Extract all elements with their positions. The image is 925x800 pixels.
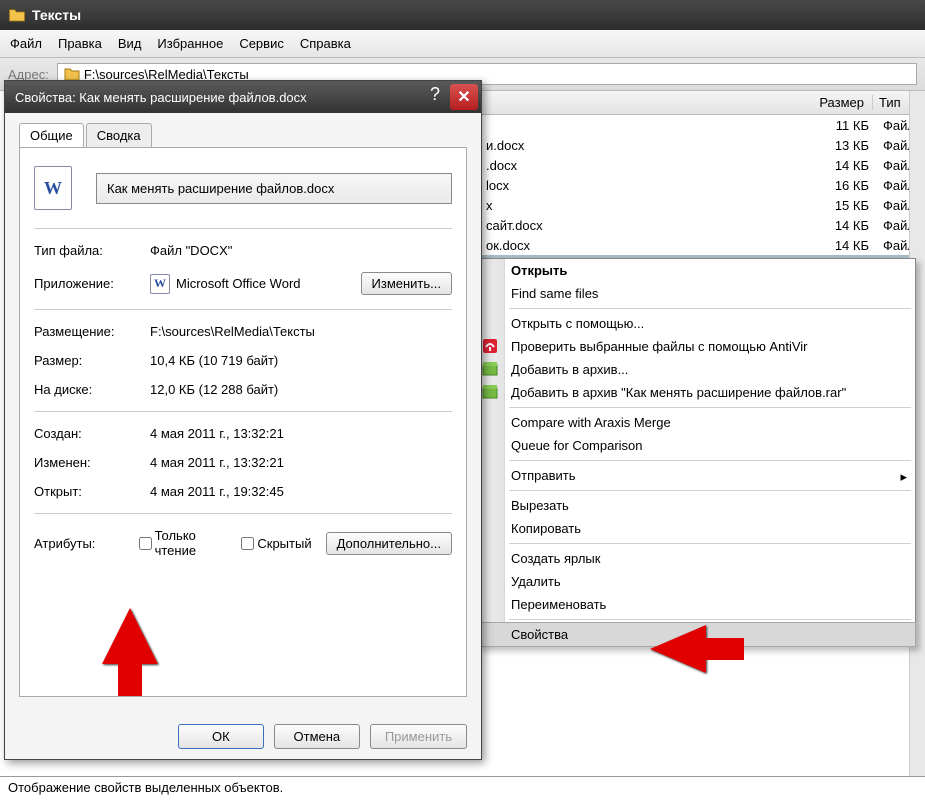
ctx-add-rar[interactable]: Добавить в архив "Как менять расширение … [477,381,915,404]
accessed-value: 4 мая 2011 г., 19:32:45 [150,484,452,499]
umbrella-icon [482,338,498,354]
table-row[interactable]: 11 КБФайл [480,115,925,135]
hidden-checkbox[interactable] [241,537,254,550]
disk-value: 12,0 КБ (12 288 байт) [150,382,452,397]
submenu-arrow-icon: ▸ [900,469,907,485]
ctx-open[interactable]: Открыть [477,259,915,282]
accessed-label: Открыт: [34,484,150,499]
dialog-title-bar[interactable]: Свойства: Как менять расширение файлов.d… [5,81,481,113]
dialog-title: Свойства: Как менять расширение файлов.d… [15,90,422,105]
table-row[interactable]: ок.docx14 КБФайл [480,235,925,255]
modified-value: 4 мая 2011 г., 13:32:21 [150,455,452,470]
ctx-send[interactable]: Отправить ▸ [477,464,915,487]
ctx-compare[interactable]: Compare with Araxis Merge [477,411,915,434]
modified-label: Изменен: [34,455,150,470]
table-row[interactable]: locx16 КБФайл [480,175,925,195]
window-title: Тексты [32,7,81,23]
size-value: 10,4 КБ (10 719 байт) [150,353,452,368]
app-label: Приложение: [34,276,150,291]
folder-icon [8,6,26,24]
checkbox-hidden[interactable]: Скрытый [241,536,311,551]
ctx-shortcut[interactable]: Создать ярлык [477,547,915,570]
document-icon: W [34,166,72,210]
word-icon: W [150,274,170,294]
table-row[interactable]: .docx14 КБФайл [480,155,925,175]
status-bar: Отображение свойств выделенных объектов. [0,776,925,800]
file-list: Размер Тип 11 КБФайли.docx13 КБФайл.docx… [480,91,925,275]
created-value: 4 мая 2011 г., 13:32:21 [150,426,452,441]
file-size: 16 КБ [805,178,877,193]
dialog-buttons: ОК Отмена Применить [178,724,467,749]
file-name: locx [480,178,805,193]
tab-summary[interactable]: Сводка [86,123,152,147]
ctx-open-with[interactable]: Открыть с помощью... [477,312,915,335]
close-icon: ✕ [457,87,470,107]
menu-service[interactable]: Сервис [239,36,284,51]
ctx-copy[interactable]: Копировать [477,517,915,540]
cancel-button[interactable]: Отмена [274,724,360,749]
column-header: Размер Тип [480,91,925,115]
archive-icon [482,384,498,400]
file-name: ок.docx [480,238,805,253]
type-value: Файл "DOCX" [150,243,452,258]
file-size: 11 КБ [805,118,877,133]
file-name: x [480,198,805,213]
col-size[interactable]: Размер [801,95,873,110]
ctx-add-archive[interactable]: Добавить в архив... [477,358,915,381]
context-menu: Открыть Find same files Открыть с помощь… [476,258,916,647]
ctx-rename[interactable]: Переименовать [477,593,915,616]
menu-file[interactable]: Файл [10,36,42,51]
file-name: .docx [480,158,805,173]
menu-help[interactable]: Справка [300,36,351,51]
location-value: F:\sources\RelMedia\Тексты [150,324,452,339]
ctx-find-same[interactable]: Find same files [477,282,915,305]
table-row[interactable]: x15 КБФайл [480,195,925,215]
file-name: сайт.docx [480,218,805,233]
file-size: 15 КБ [805,198,877,213]
ctx-queue[interactable]: Queue for Comparison [477,434,915,457]
file-size: 13 КБ [805,138,877,153]
file-size: 14 КБ [805,238,877,253]
readonly-checkbox[interactable] [139,537,152,550]
advanced-button[interactable]: Дополнительно... [326,532,452,555]
close-button[interactable]: ✕ [450,84,478,110]
location-label: Размещение: [34,324,150,339]
checkbox-readonly[interactable]: Только чтение [139,528,228,558]
ctx-antivir[interactable]: Проверить выбранные файлы с помощью Anti… [477,335,915,358]
help-button[interactable]: ? [422,84,448,110]
filename-input[interactable]: Как менять расширение файлов.docx [96,173,452,204]
archive-icon [482,361,498,377]
tab-pane-general: W Как менять расширение файлов.docx Тип … [19,147,467,697]
table-row[interactable]: сайт.docx14 КБФайл [480,215,925,235]
ctx-cut[interactable]: Вырезать [477,494,915,517]
file-size: 14 КБ [805,158,877,173]
apply-button[interactable]: Применить [370,724,467,749]
tabs: Общие Сводка [19,123,467,147]
ctx-delete[interactable]: Удалить [477,570,915,593]
window-title-bar[interactable]: Тексты [0,0,925,30]
properties-dialog: Свойства: Как менять расширение файлов.d… [4,80,482,760]
menu-view[interactable]: Вид [118,36,142,51]
attrs-label: Атрибуты: [34,536,135,551]
menu-fav[interactable]: Избранное [157,36,223,51]
disk-label: На диске: [34,382,150,397]
app-value: Microsoft Office Word [176,276,301,291]
created-label: Создан: [34,426,150,441]
ok-button[interactable]: ОК [178,724,264,749]
size-label: Размер: [34,353,150,368]
menu-edit[interactable]: Правка [58,36,102,51]
type-label: Тип файла: [34,243,150,258]
change-button[interactable]: Изменить... [361,272,452,295]
menu-bar: Файл Правка Вид Избранное Сервис Справка [0,30,925,58]
table-row[interactable]: и.docx13 КБФайл [480,135,925,155]
file-size: 14 КБ [805,218,877,233]
tab-general[interactable]: Общие [19,123,84,147]
file-name: и.docx [480,138,805,153]
